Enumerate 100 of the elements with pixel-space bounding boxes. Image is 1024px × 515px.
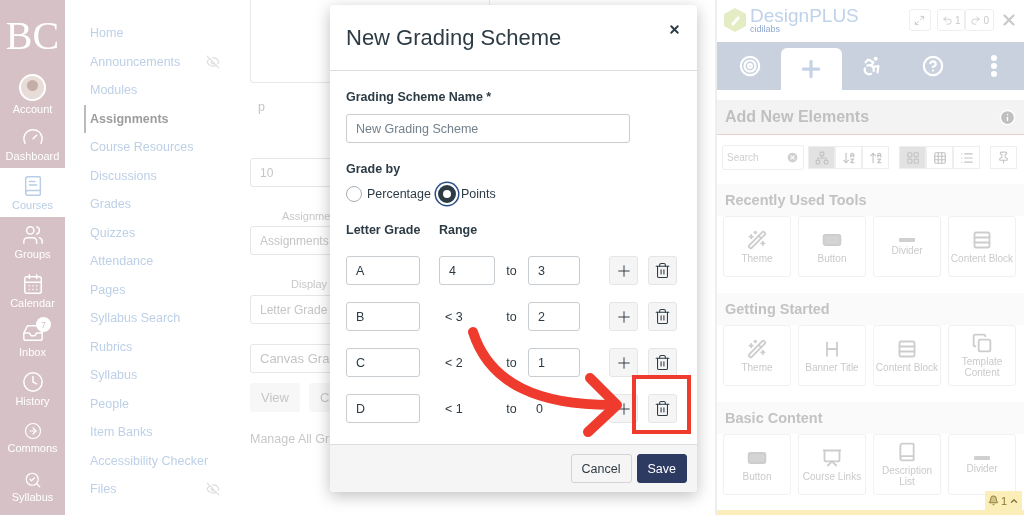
field-label: Grade by [346,161,402,178]
trash-icon [654,262,671,279]
grade-name-field[interactable]: B [346,302,420,331]
trash-icon [654,354,671,371]
grade-name-field[interactable]: D [346,394,420,423]
range-end-field[interactable]: 1 [528,348,580,377]
range-start-text: < 1 [444,401,463,416]
nav-label: History [15,394,50,407]
view-button[interactable] [953,146,980,169]
delete-row-button[interactable] [648,348,677,377]
range-start-text: < 3 [444,309,463,324]
radio-option[interactable]: Percentage [346,186,431,202]
nav-label: Calendar [10,296,55,309]
list-icon [959,150,974,165]
nav-item[interactable]: Commons [0,413,65,462]
rows-icon [897,338,917,359]
minus-icon [974,455,990,460]
people-icon [21,223,44,246]
dialog-title: New Grading Scheme [346,24,562,51]
sort-button[interactable] [835,146,862,169]
course-nav-link[interactable]: Pages [84,275,240,304]
brand-subtitle: cidilabs [750,25,780,34]
sort-button[interactable] [862,146,889,169]
scheme-name-field[interactable]: New Grading Scheme [346,114,630,143]
course-nav-link[interactable]: Accessibility Checker [84,446,240,475]
nav-label: Courses [12,198,53,211]
field-label: Grading Scheme Name * [346,89,493,106]
course-nav-link[interactable]: Syllabus [84,361,240,390]
course-nav-link[interactable]: Rubrics [84,332,240,361]
redo-icon [970,14,982,26]
range-separator: to [505,263,518,278]
delete-row-button[interactable] [648,302,677,331]
nav-item[interactable]: Dashboard [0,119,65,168]
add-row-button[interactable] [609,348,638,377]
undo-icon [941,14,953,26]
pin-button[interactable] [990,146,1017,169]
close-icon [667,22,681,36]
course-nav-link[interactable]: Modules [84,76,240,105]
add-row-button[interactable] [609,302,638,331]
nav-item[interactable]: Courses [0,168,65,217]
presentation-icon [822,447,842,468]
radio-icon[interactable] [346,186,362,202]
highlight-frame [632,375,691,434]
notification-badge[interactable]: 1 [985,491,1022,510]
cancel-button[interactable]: Cancel [570,454,632,483]
course-nav-link[interactable]: Grades [84,190,240,219]
logo-icon [723,7,747,33]
hidden-icon [206,482,220,497]
range-end-field[interactable]: 2 [528,302,580,331]
nav-label: Dashboard [5,149,60,162]
close-icon[interactable] [1000,11,1018,29]
nav-item[interactable]: Calendar [0,266,65,315]
target-icon [739,55,762,77]
rows-icon [972,229,992,250]
range-end-field[interactable]: 3 [528,256,580,285]
radio-label: Percentage [367,187,431,201]
add-row-button[interactable] [609,256,638,285]
nav-item[interactable]: History [0,364,65,413]
grid-icon [905,150,920,165]
nav-item[interactable]: Groups [0,217,65,266]
course-nav-link[interactable]: Discussions [84,161,240,190]
course-nav-link[interactable]: People [84,389,240,418]
grade-name-field[interactable]: C [346,348,420,377]
course-nav-link[interactable]: Home [84,19,240,48]
course-nav-link[interactable]: Course Resources [84,133,240,162]
minus-icon [899,237,915,242]
delete-row-button[interactable] [648,394,677,423]
sort-button[interactable] [808,146,835,169]
course-nav-link[interactable]: Assignments [84,104,240,133]
range-separator: to [505,401,518,416]
save-button[interactable]: Save [636,454,687,483]
radio-icon[interactable] [437,185,456,203]
range-start-field[interactable]: 4 [439,256,495,285]
course-nav-link[interactable]: Quizzes [84,218,240,247]
hidden-icon [206,54,220,69]
trash-icon [654,400,671,417]
course-nav-link[interactable]: Announcements [84,47,240,76]
grade-name-field[interactable]: A [346,256,420,285]
course-nav-link[interactable]: Attendance [84,247,240,276]
nav-item[interactable]: Account [0,70,65,119]
expand-icon [914,14,926,26]
more-icon [990,55,997,77]
bell-icon [987,495,999,506]
pin-icon [997,151,1010,164]
panel-tab[interactable] [780,48,842,90]
arrow-circle-icon [23,421,42,440]
view-button[interactable] [899,146,926,169]
expand-button[interactable] [908,9,931,31]
paragraph-mark: p [257,100,266,114]
clear-icon[interactable] [786,151,799,164]
radio-option[interactable]: Points [434,185,496,203]
view-button[interactable] [926,146,953,169]
course-nav-link[interactable]: Item Banks [84,418,240,447]
course-nav-link[interactable]: Files [84,475,240,504]
help-icon [921,55,944,77]
course-nav-link[interactable]: Syllabus Search [84,304,240,333]
info-icon[interactable] [999,108,1016,126]
nav-item[interactable]: Syllabus [0,462,65,511]
logo[interactable]: BC [0,0,65,70]
delete-row-button[interactable] [648,256,677,285]
